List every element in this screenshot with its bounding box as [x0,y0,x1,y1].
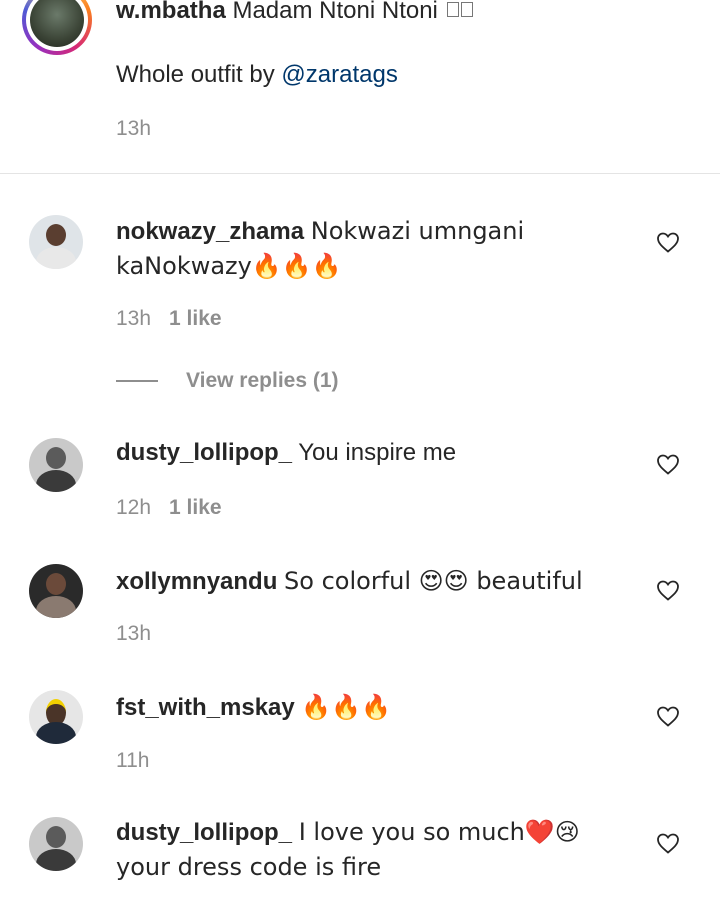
comment-meta: 13h [116,621,151,647]
comment-text: nokwazy_zhama Nokwazi umngani kaNokwazy🔥… [116,214,636,284]
comment-meta: 11h [116,748,149,774]
caption-text: Madam Ntoni Ntoni [232,0,438,24]
caption-timestamp: 13h [116,117,152,140]
comment-text: dusty_lollipop_ I love you so much❤️😢 yo… [116,815,636,885]
comment-meta: 12h 1 like [116,495,222,521]
avatar[interactable] [29,438,83,492]
comment-username[interactable]: fst_with_mskay [116,694,295,721]
comment-username[interactable]: dusty_lollipop_ [116,439,292,466]
caption-body: Whole outfit by @zaratags [116,60,398,90]
heart-icon[interactable] [656,832,680,854]
avatar[interactable] [29,215,83,269]
caption-header: w.mbatha Madam Ntoni Ntoni [116,0,473,26]
comment-text: fst_with_mskay 🔥🔥🔥 [116,690,636,725]
heart-icon[interactable] [656,705,680,727]
caption-username[interactable]: w.mbatha [116,0,226,24]
heart-icon[interactable] [656,231,680,253]
unknown-glyph-icon [460,2,473,17]
unknown-glyph-icon [446,2,459,17]
caption-divider [0,173,720,174]
comment-body: So colorful 😍😍 beautiful [284,567,583,595]
comment-username[interactable]: nokwazy_zhama [116,218,304,245]
comment-likes[interactable]: 1 like [169,307,222,330]
avatar[interactable] [29,817,83,871]
comment-body: You inspire me [298,439,457,466]
heart-icon[interactable] [656,579,680,601]
comment-likes[interactable]: 1 like [169,496,222,519]
avatar[interactable] [29,564,83,618]
comment-meta: 13h 1 like [116,306,222,332]
heart-icon[interactable] [656,453,680,475]
comment-text: dusty_lollipop_ You inspire me [116,436,636,470]
comment-timestamp: 13h [116,307,152,330]
caption-body-text: Whole outfit by [116,61,282,88]
replies-line [116,380,158,382]
comment-username[interactable]: xollymnyandu [116,568,277,595]
comment-timestamp: 12h [116,496,152,519]
comment-body: 🔥🔥🔥 [301,693,392,721]
comment-text: xollymnyandu So colorful 😍😍 beautiful [116,564,636,599]
post-caption: w.mbatha Madam Ntoni Ntoni Whole outfit … [0,0,720,173]
comment-timestamp: 11h [116,749,150,772]
comment-username[interactable]: dusty_lollipop_ [116,819,292,846]
author-avatar[interactable] [22,0,92,55]
comment-timestamp: 13h [116,622,152,645]
avatar[interactable] [29,690,83,744]
view-replies-label: View replies (1) [186,369,339,392]
caption-mention-link[interactable]: @zaratags [281,61,397,88]
